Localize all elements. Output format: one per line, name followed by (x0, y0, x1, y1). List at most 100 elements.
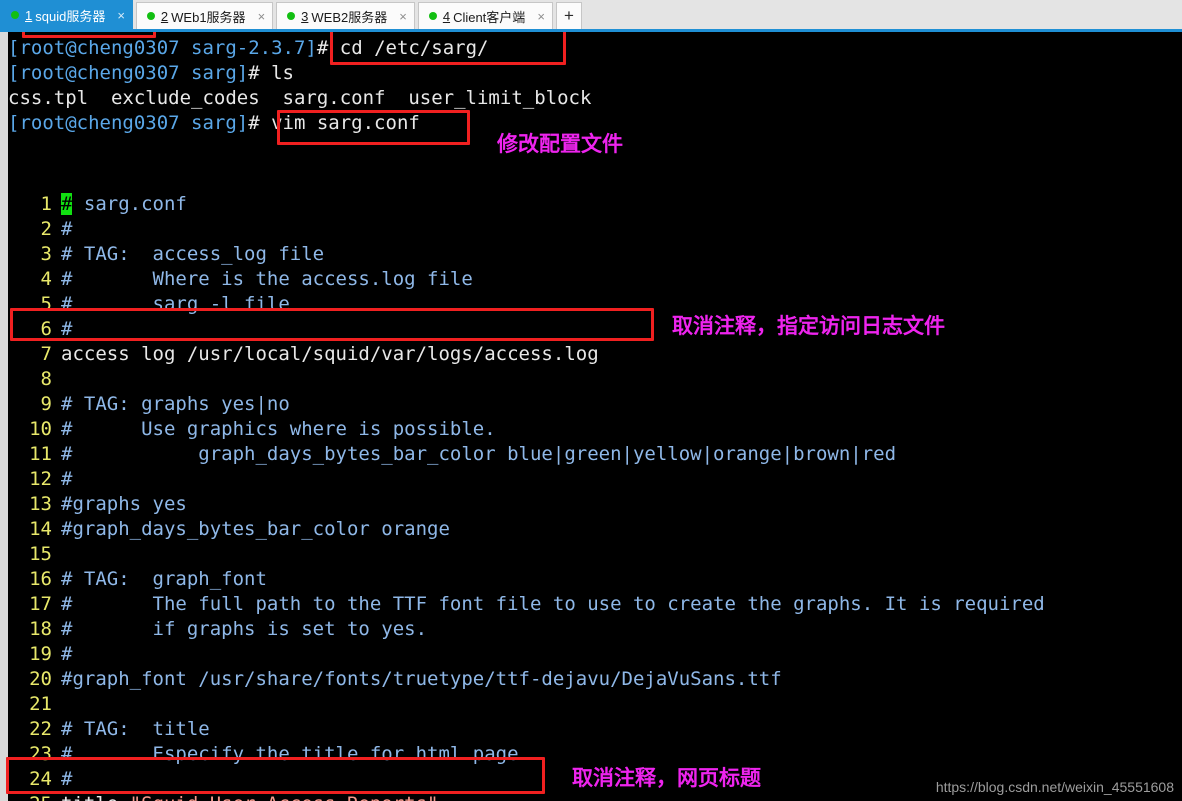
vim-line-number: 1 (40, 193, 52, 215)
vim-line-text: # (61, 318, 73, 340)
shell-output: [root@cheng0307 sarg-2.3.7]# cd /etc/sar… (8, 36, 1182, 136)
shell-line: [root@cheng0307 sarg-2.3.7]# cd /etc/sar… (8, 36, 1182, 61)
vim-line-text: # TAG: graph_font (61, 568, 267, 590)
vim-line-number: 19 (29, 643, 52, 665)
vim-line-text: access log /usr/local/squid/var/logs/acc… (61, 343, 599, 365)
vim-line-number: 21 (29, 693, 52, 715)
tab-label: squid服务器 (35, 8, 106, 24)
vim-line: 22 # TAG: title (8, 717, 1182, 742)
close-icon[interactable]: × (117, 9, 125, 22)
vim-line: 16 # TAG: graph_font (8, 567, 1182, 592)
vim-string-literal: "Squid User Access Reports" (130, 793, 439, 801)
vim-line-text: # TAG: graphs yes|no (61, 393, 290, 415)
tab-label: Client客户端 (453, 9, 526, 25)
vim-line-text: # graph_days_bytes_bar_color blue|green|… (61, 443, 897, 465)
shell-prompt: [root@cheng0307 sarg] (8, 112, 249, 134)
vim-line: 6 # (8, 317, 1182, 342)
vim-line: 19 # (8, 642, 1182, 667)
tab-squid-server[interactable]: 1 squid服务器 × (0, 0, 133, 29)
tab-status-dot-icon (428, 12, 437, 20)
vim-line-text: sarg.conf (72, 193, 187, 215)
shell-prompt-hash: # (248, 112, 260, 134)
tab-status-dot-icon (11, 11, 19, 19)
annotation-note-3: 取消注释，网页标题 (572, 766, 761, 790)
vim-line-number: 13 (29, 493, 52, 515)
new-tab-button[interactable]: + (555, 2, 582, 29)
vim-line-text: # (61, 768, 73, 790)
tab-client[interactable]: 4 Client客户端 × (417, 2, 553, 29)
tab-label: WEB2服务器 (311, 9, 388, 25)
shell-prompt: [root@cheng0307 sarg-2.3.7] (8, 37, 317, 59)
vim-line: 15 (8, 542, 1182, 567)
vim-line-number: 11 (29, 443, 52, 465)
terminal-left-margin-strip (0, 32, 8, 801)
vim-line-text: # TAG: title (61, 718, 210, 740)
shell-prompt: [root@cheng0307 sarg] (8, 62, 249, 84)
vim-line-text: # The full path to the TTF font file to … (61, 593, 1045, 615)
vim-line-text: # (61, 468, 73, 490)
vim-line: 21 (8, 692, 1182, 717)
vim-line-number: 23 (29, 743, 52, 765)
vim-line-number: 4 (40, 268, 52, 290)
vim-line-text: # TAG: access_log file (61, 243, 325, 265)
vim-line-number: 17 (29, 593, 52, 615)
tab-web1-server[interactable]: 2 WEb1服务器 × (135, 2, 274, 29)
vim-line-number: 8 (40, 368, 52, 390)
terminal-screen[interactable]: [root@cheng0307 sarg-2.3.7]# cd /etc/sar… (0, 32, 1182, 801)
shell-prompt-hash: # (316, 37, 329, 59)
vim-line-text: #graphs yes (61, 493, 187, 515)
vim-line-number: 2 (40, 218, 52, 240)
vim-buffer: 1 # sarg.conf 2 #3 # TAG: access_log file 4 # … (8, 192, 1182, 801)
watermark-text: https://blog.csdn.net/weixin_45551608 (935, 779, 1174, 795)
vim-line-number: 15 (29, 543, 52, 565)
vim-line-text: #graph_days_bytes_bar_color orange (61, 518, 450, 540)
tab-index: 2 (160, 8, 169, 24)
vim-cursor: # (61, 193, 73, 215)
vim-line: 13 #graphs yes (8, 492, 1182, 517)
shell-command: vim sarg.conf (259, 112, 420, 134)
terminal-tab-bar: 1 squid服务器 × 2 WEb1服务器 × 3 WEB2服务器 × 4 C… (0, 0, 1182, 32)
vim-line-number: 12 (29, 468, 52, 490)
close-icon[interactable]: × (258, 10, 266, 23)
close-icon[interactable]: × (537, 10, 545, 23)
vim-line-text: title (61, 793, 130, 801)
vim-line: 14 #graph_days_bytes_bar_color orange (8, 517, 1182, 542)
vim-line: 20 #graph_font /usr/share/fonts/truetype/… (8, 667, 1182, 692)
tab-status-dot-icon (287, 12, 296, 20)
close-icon[interactable]: × (399, 10, 407, 23)
vim-line: 10 # Use graphics where is possible. (8, 417, 1182, 442)
vim-line-number: 3 (40, 243, 52, 265)
vim-line-text: # Especify the title for html page. (61, 743, 530, 765)
tab-label: WEb1服务器 (171, 9, 246, 25)
shell-command: cd /etc/sarg/ (328, 37, 489, 59)
tab-index: 1 (25, 7, 33, 23)
tab-status-dot-icon (146, 12, 155, 20)
vim-line-text: # if graphs is set to yes. (61, 618, 428, 640)
tab-index: 4 (442, 8, 451, 24)
vim-line-text: # (61, 643, 73, 665)
shell-line: css.tpl exclude_codes sarg.conf user_lim… (8, 86, 1182, 111)
vim-line: 4 # Where is the access.log file (8, 267, 1182, 292)
vim-line: 12 # (8, 467, 1182, 492)
vim-line-number: 18 (29, 618, 52, 640)
vim-line-number: 20 (29, 668, 52, 690)
vim-line-text: # (61, 218, 73, 240)
vim-line-text: #graph_font /usr/share/fonts/truetype/tt… (61, 668, 782, 690)
vim-line-number: 5 (40, 293, 52, 315)
vim-line: 7 access log /usr/local/squid/var/logs/ac… (8, 342, 1182, 367)
vim-line-text: # sarg -l file (61, 293, 290, 315)
vim-line-text: # Where is the access.log file (61, 268, 473, 290)
vim-line: 3 # TAG: access_log file (8, 242, 1182, 267)
tab-web2-server[interactable]: 3 WEB2服务器 × (276, 2, 415, 29)
vim-line: 2 # (8, 217, 1182, 242)
vim-line-number: 22 (29, 718, 52, 740)
shell-command: ls (259, 62, 294, 84)
vim-line: 11 # graph_days_bytes_bar_color blue|gree… (8, 442, 1182, 467)
shell-line: [root@cheng0307 sarg]# ls (8, 61, 1182, 86)
vim-line-number: 6 (40, 318, 52, 340)
vim-line-number: 9 (40, 393, 52, 415)
annotation-note-1: 修改配置文件 (497, 132, 623, 156)
vim-line-number: 14 (29, 518, 52, 540)
vim-line-number: 25 (8, 792, 52, 801)
vim-line-text: # Use graphics where is possible. (61, 418, 496, 440)
